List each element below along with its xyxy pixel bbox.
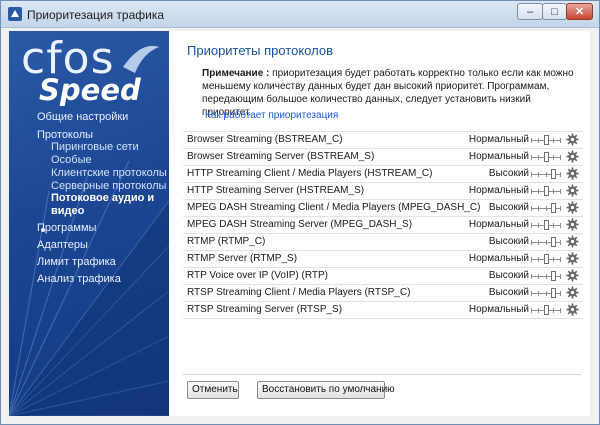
slider-knob[interactable] [550,237,556,247]
protocol-name: RTSP Streaming Client / Media Players (R… [187,287,411,298]
priority-slider[interactable] [531,220,561,230]
sidebar: cfos Speed Общие настройки Протоколы Пир… [9,31,169,416]
priority-label: Нормальный [468,185,529,196]
main-panel: Приоритеты протоколов Примечание : приор… [169,31,590,416]
minimize-button[interactable]: – [517,3,543,20]
priority-slider[interactable] [531,288,561,298]
gear-icon[interactable] [566,303,579,316]
cancel-button[interactable]: Отменить [187,381,239,399]
table-row: RTSP Streaming Server (RTSP_S) Нормальный [183,302,583,319]
gear-icon[interactable] [566,201,579,214]
restore-defaults-button[interactable]: Восстановить по умолчанию [257,381,395,399]
priority-label: Нормальный [468,151,529,162]
priority-slider[interactable] [531,237,561,247]
slider-knob[interactable] [543,305,549,315]
slider-knob[interactable] [543,186,549,196]
nav-sub-server-protocols[interactable]: Серверные протоколы [51,180,166,192]
protocol-name: RTMP Server (RTMP_S) [187,253,298,264]
table-row: RTMP Server (RTMP_S) Нормальный [183,251,583,268]
window-title: Приоритезация трафика [27,8,165,22]
gear-icon[interactable] [566,269,579,282]
table-row: HTTP Streaming Client / Media Players (H… [183,166,583,183]
gear-icon[interactable] [566,184,579,197]
priority-slider[interactable] [531,271,561,281]
nav-protocols[interactable]: Протоколы [37,129,93,141]
nav-sub-streaming[interactable]: Потоковое аудио и [51,192,154,204]
protocol-table: Browser Streaming (BSTREAM_C) Нормальный B… [183,131,583,319]
table-row: Browser Streaming Server (BSTREAM_S) Норм… [183,149,583,166]
table-row: RTMP (RTMP_C) Высокий [183,234,583,251]
nav-programs[interactable]: Программы [37,222,96,234]
priority-slider[interactable] [531,203,561,213]
priority-slider[interactable] [531,152,561,162]
nav-sub-streaming-line2[interactable]: видео [51,205,84,217]
table-row: MPEG DASH Streaming Server (MPEG_DASH_S)… [183,217,583,234]
protocol-name: Browser Streaming Server (BSTREAM_S) [187,151,375,162]
slider-knob[interactable] [543,220,549,230]
protocol-name: RTP Voice over IP (VoIP) (RTP) [187,270,328,281]
priority-label: Нормальный [468,219,529,230]
table-row: HTTP Streaming Server (HSTREAM_S) Нормаль… [183,183,583,200]
protocol-name: MPEG DASH Streaming Client / Media Playe… [187,202,481,213]
nav-sub-client-protocols[interactable]: Клиентские протоколы [51,167,167,179]
protocol-name: Browser Streaming (BSTREAM_C) [187,134,343,145]
priority-label: Высокий [488,287,529,298]
priority-slider[interactable] [531,169,561,179]
maximize-button[interactable]: □ [542,3,567,20]
protocol-name: HTTP Streaming Server (HSTREAM_S) [187,185,365,196]
gear-icon[interactable] [566,167,579,180]
protocol-name: RTMP (RTMP_C) [187,236,266,247]
priority-slider[interactable] [531,135,561,145]
priority-label: Высокий [488,270,529,281]
close-button[interactable]: ✕ [566,3,593,20]
note-label: Примечание : [202,68,270,79]
gear-icon[interactable] [566,218,579,231]
table-row: RTP Voice over IP (VoIP) (RTP) Высокий [183,268,583,285]
app-window: Приоритезация трафика – □ ✕ cfos Speed О… [0,0,600,425]
priority-label: Нормальный [468,304,529,315]
gear-icon[interactable] [566,286,579,299]
nav-sub-special[interactable]: Особые [51,154,92,166]
nav-traffic-limit[interactable]: Лимит трафика [37,256,116,268]
gear-icon[interactable] [566,235,579,248]
priority-slider[interactable] [531,254,561,264]
priority-label: Высокий [488,236,529,247]
gear-icon[interactable] [566,252,579,265]
nav-sub-p2p[interactable]: Пиринговые сети [51,141,139,153]
slider-knob[interactable] [550,203,556,213]
slider-knob[interactable] [543,135,549,145]
priority-label: Высокий [488,168,529,179]
cfos-speed-logo: cfos Speed [21,37,161,107]
gear-icon[interactable] [566,133,579,146]
priority-slider[interactable] [531,186,561,196]
priority-label: Высокий [488,202,529,213]
protocol-name: MPEG DASH Streaming Server (MPEG_DASH_S) [187,219,413,230]
nav-general-settings[interactable]: Общие настройки [37,111,128,123]
nav-traffic-analysis[interactable]: Анализ трафика [37,273,121,285]
priority-slider[interactable] [531,305,561,315]
footer-divider [183,374,581,375]
slider-knob[interactable] [550,169,556,179]
protocol-name: HTTP Streaming Client / Media Players (H… [187,168,433,179]
priority-label: Нормальный [468,134,529,145]
title-bar: Приоритезация трафика – □ ✕ [1,1,599,28]
table-row: MPEG DASH Streaming Client / Media Playe… [183,200,583,217]
slider-knob[interactable] [550,271,556,281]
app-icon [8,7,22,21]
slider-knob[interactable] [543,254,549,264]
logo-text-speed: Speed [39,73,141,107]
gear-icon[interactable] [566,150,579,163]
priority-label: Нормальный [468,253,529,264]
table-row: RTSP Streaming Client / Media Players (R… [183,285,583,302]
slider-knob[interactable] [543,152,549,162]
page-title: Приоритеты протоколов [187,43,333,58]
protocol-name: RTSP Streaming Server (RTSP_S) [187,304,343,315]
table-row: Browser Streaming (BSTREAM_C) Нормальный [183,131,583,149]
nav-adapters[interactable]: Адаптеры [37,239,88,251]
slider-knob[interactable] [550,288,556,298]
how-prioritization-works-link[interactable]: Как работает приоритезация [205,110,338,121]
logo-swoosh-icon [123,45,159,73]
